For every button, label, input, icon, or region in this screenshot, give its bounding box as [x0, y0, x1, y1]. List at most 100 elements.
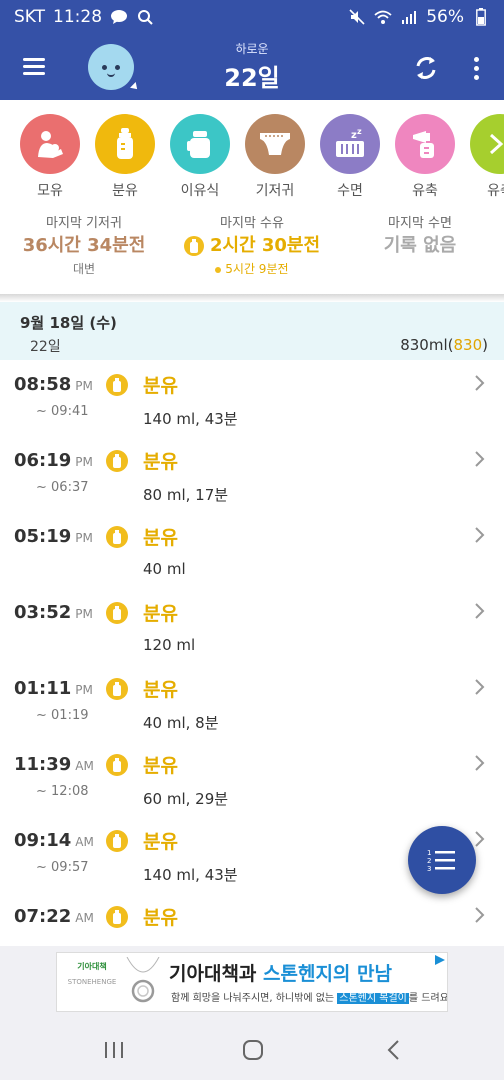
back-button[interactable] — [380, 1036, 408, 1064]
category-diaper[interactable]: 기저귀 — [245, 114, 307, 200]
bottle-icon — [106, 602, 128, 624]
necklace-image — [126, 957, 160, 1003]
app-bar: 하로운 22일 — [0, 34, 504, 100]
carrier-label: SKT — [14, 7, 46, 27]
bottle-icon — [106, 830, 128, 852]
category-label: 유축 — [412, 183, 438, 199]
entry-type: 분유 — [143, 831, 178, 853]
divider — [0, 294, 504, 302]
bottle-icon — [106, 906, 128, 928]
bottle-icon — [106, 678, 128, 700]
category-shortcuts: 모유 분유 이유식 기저귀 zz 수면 유축 유축 — [0, 110, 504, 210]
daily-total: 830ml(830) — [400, 336, 488, 354]
entry-detail: 80 ml, 17분 — [143, 486, 229, 504]
list-item[interactable]: 06:19 PM ~ 06:37 분유 80 ml, 17분 — [0, 438, 504, 514]
ad-banner[interactable]: 기아대책 STONEHENGE 기아대책과 스톤헨지의 만남 함께 희망을 나눠… — [56, 952, 448, 1012]
entry-time: 09:14 AM — [14, 830, 94, 851]
entry-type: 분유 — [143, 527, 178, 549]
last-records-summary: 마지막 기저귀 36시간 34분전 대변 마지막 수유 2시간 30분전 5시간… — [0, 212, 504, 294]
back-icon — [387, 1040, 399, 1060]
entry-end-time: ~ 09:41 — [36, 404, 89, 419]
category-pumping[interactable]: 유축 — [395, 114, 457, 200]
entry-end-time: ~ 09:57 — [36, 860, 89, 875]
breastfeeding-icon — [38, 131, 63, 158]
list-item[interactable]: 08:58 PM ~ 09:41 분유 140 ml, 43분 — [0, 362, 504, 438]
list-item[interactable]: 11:39 AM ~ 12:08 분유 60 ml, 29분 — [0, 742, 504, 818]
sync-icon — [416, 57, 436, 79]
category-label: 기저귀 — [255, 183, 295, 199]
bottle-icon — [106, 754, 128, 776]
bottle-icon — [106, 450, 128, 472]
entry-time: 06:19 PM — [14, 450, 93, 471]
last-feeding-summary[interactable]: 마지막 수유 2시간 30분전 5시간 9분전 — [168, 212, 336, 278]
day-count: 22일 — [30, 339, 61, 355]
entry-type: 분유 — [143, 375, 178, 397]
ad-choices-icon — [435, 955, 445, 965]
list-item[interactable]: 03:52 PM 분유 120 ml — [0, 590, 504, 666]
entry-time: 03:52 PM — [14, 602, 93, 623]
diaper-icon — [260, 133, 290, 155]
ad-area: 기아대책 STONEHENGE 기아대책과 스톤헨지의 만남 함께 희망을 나눠… — [0, 946, 504, 1018]
category-label: 수면 — [337, 183, 363, 199]
summary-sub — [336, 260, 504, 278]
entry-detail: 40 ml — [143, 560, 186, 578]
list-view-fab-button[interactable]: 1 2 3 — [408, 826, 476, 894]
category-label: 이유식 — [180, 183, 220, 199]
entry-end-time: ~ 06:37 — [36, 480, 89, 495]
home-icon — [243, 1040, 263, 1060]
list-item[interactable]: 01:11 PM ~ 01:19 분유 40 ml, 8분 — [0, 666, 504, 742]
entry-type: 분유 — [143, 451, 178, 473]
sync-button[interactable] — [410, 52, 442, 84]
crib-icon: zz — [336, 127, 364, 157]
recent-apps-button[interactable] — [100, 1036, 128, 1064]
chevron-right-icon — [475, 907, 485, 923]
summary-sub: 5시간 9분전 — [225, 262, 289, 276]
mute-icon — [348, 8, 366, 26]
summary-title: 마지막 수면 — [388, 216, 452, 231]
entry-detail: 40 ml, 8분 — [143, 714, 219, 732]
sponsor-logo: 기아대책 STONEHENGE — [67, 962, 117, 986]
category-formula[interactable]: 분유 — [95, 114, 157, 200]
chevron-right-icon — [475, 451, 485, 467]
entry-detail: 60 ml, 29분 — [143, 790, 229, 808]
chevron-right-icon — [475, 527, 485, 543]
entry-time: 07:22 AM — [14, 906, 94, 927]
wifi-icon — [374, 8, 392, 26]
numbered-list-icon: 1 2 3 — [427, 849, 455, 873]
entry-type: 분유 — [143, 679, 178, 701]
svg-text:3: 3 — [427, 865, 431, 873]
clock: 11:28 — [53, 7, 103, 27]
category-more[interactable]: 유축 — [470, 114, 504, 200]
entry-time: 05:19 PM — [14, 526, 93, 547]
home-button[interactable] — [239, 1036, 267, 1064]
svg-text:2: 2 — [427, 857, 431, 865]
category-breastfeeding[interactable]: 모유 — [20, 114, 82, 200]
summary-sub: 대변 — [72, 262, 96, 276]
more-options-button[interactable] — [466, 52, 486, 84]
entry-type: 분유 — [143, 907, 178, 929]
ad-subtext: 함께 희망을 나눠주시면, 하니밖에 없는 스톤헨지 목걸이를 드려요! — [171, 993, 448, 1004]
app-notification-icon — [136, 8, 154, 26]
last-sleep-summary[interactable]: 마지막 수면 기록 없음 — [336, 212, 504, 278]
entry-time: 11:39 AM — [14, 754, 94, 775]
summary-value: 2시간 30분전 — [209, 235, 321, 256]
category-baby-food[interactable]: 이유식 — [170, 114, 232, 200]
bottle-icon — [106, 374, 128, 396]
category-sleep[interactable]: zz 수면 — [320, 114, 382, 200]
baby-food-icon — [187, 131, 210, 158]
last-diaper-summary[interactable]: 마지막 기저귀 36시간 34분전 대변 — [0, 212, 168, 278]
battery-icon — [472, 8, 490, 26]
list-item[interactable]: 07:22 AM 분유 — [0, 894, 504, 946]
entry-type: 분유 — [143, 603, 178, 625]
ad-headline: 기아대책과 스톤헨지의 만남 — [169, 963, 392, 985]
entry-time: 01:11 PM — [14, 678, 93, 699]
entry-time: 08:58 PM — [14, 374, 93, 395]
entry-end-time: ~ 12:08 — [36, 784, 89, 799]
list-item[interactable]: 05:19 PM 분유 40 ml — [0, 514, 504, 590]
chevron-right-icon — [475, 831, 485, 847]
summary-title: 마지막 기저귀 — [46, 216, 122, 231]
chevron-right-icon — [475, 679, 485, 695]
chevron-right-icon — [475, 755, 485, 771]
category-label: 모유 — [37, 183, 63, 199]
entry-detail: 140 ml, 43분 — [143, 866, 238, 884]
